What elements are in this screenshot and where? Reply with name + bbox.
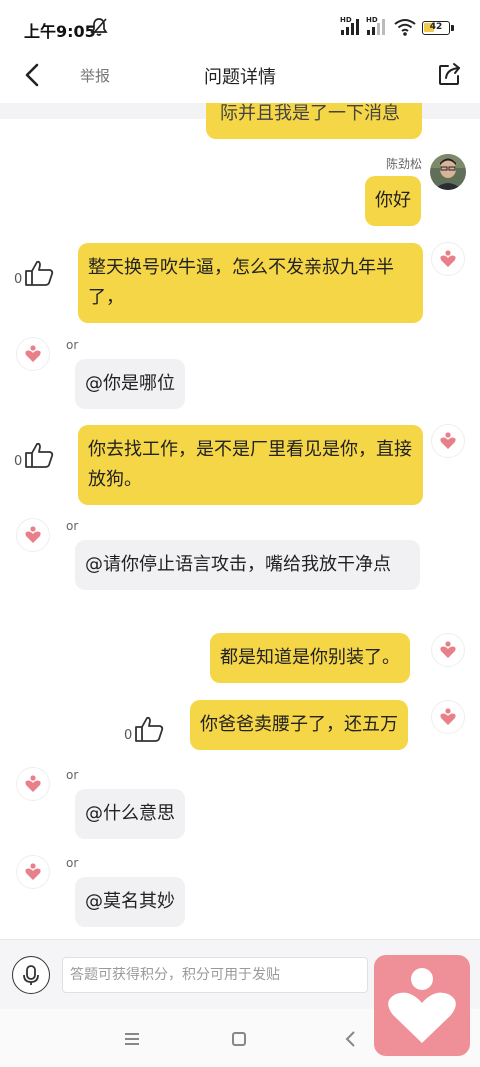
heart-icon — [440, 708, 456, 725]
bell-off-icon — [90, 18, 108, 36]
heart-icon — [25, 775, 41, 792]
heart-icon — [25, 863, 41, 880]
signal-strength-1: HD — [340, 16, 362, 40]
battery-cap — [451, 25, 454, 31]
heart-avatar[interactable] — [16, 337, 50, 371]
heart-avatar[interactable] — [431, 424, 465, 458]
menu-icon[interactable] — [124, 1032, 140, 1046]
like-count: 0 — [124, 728, 133, 743]
message-bubble: 你去找工作，是不是厂里看见是你，直接放狗。 — [78, 425, 423, 505]
app-header: 举报 问题详情 — [0, 52, 480, 98]
signal-strength-2: HD — [366, 16, 388, 40]
page-title: 问题详情 — [204, 67, 276, 88]
like-count: 0 — [14, 454, 23, 469]
battery-level: 42 — [429, 22, 443, 32]
heart-icon — [25, 345, 41, 362]
user-avatar[interactable] — [430, 154, 466, 190]
heart-floating-button[interactable] — [374, 955, 470, 1056]
heart-avatar[interactable] — [16, 767, 50, 801]
heart-avatar[interactable] — [431, 700, 465, 734]
message-bubble: 你爸爸卖腰子了，还五万 — [190, 700, 408, 750]
sender-name: or — [66, 768, 79, 782]
thumb-up-icon — [25, 260, 54, 286]
message-bubble: 都是知道是你别装了。 — [210, 633, 410, 683]
sender-name: 陈劲松 — [386, 157, 423, 171]
thumb-up-icon — [25, 442, 54, 468]
message-bubble: @什么意思 — [75, 789, 185, 839]
thumb-up-icon — [135, 716, 164, 742]
home-icon[interactable] — [232, 1032, 246, 1046]
battery-indicator: 42 — [422, 21, 450, 35]
like-button[interactable]: 0 — [14, 259, 54, 287]
heart-avatar[interactable] — [431, 242, 465, 276]
mic-icon — [23, 965, 39, 985]
sender-name: or — [66, 856, 79, 870]
mic-button[interactable] — [12, 956, 50, 994]
status-time: 上午9:05 — [24, 22, 96, 41]
heart-icon — [25, 526, 41, 543]
sender-name: or — [66, 519, 79, 533]
heart-avatar[interactable] — [431, 633, 465, 667]
heart-avatar[interactable] — [16, 518, 50, 552]
heart-icon — [440, 641, 456, 658]
sender-name: or — [66, 338, 79, 352]
heart-icon — [388, 968, 456, 1043]
heart-icon — [440, 250, 456, 267]
message-bubble: @你是哪位 — [75, 359, 185, 409]
like-button[interactable]: 0 — [124, 715, 164, 743]
message-bubble: 你好 — [365, 176, 421, 226]
heart-avatar[interactable] — [16, 855, 50, 889]
message-bubble: @请你停止语言攻击，嘴给我放干净点 — [75, 540, 420, 590]
nav-back-icon[interactable] — [344, 1030, 356, 1048]
share-icon[interactable] — [437, 61, 463, 87]
message-bubble: @莫名其妙 — [75, 877, 185, 927]
wifi-icon — [394, 19, 416, 36]
status-bar: 上午9:05 HD HD 42 — [0, 0, 480, 52]
like-count: 0 — [14, 272, 23, 287]
message-bubble: 际并且我是了一下消息 — [206, 103, 422, 139]
like-button[interactable]: 0 — [14, 441, 54, 469]
chat-area[interactable]: 际并且我是了一下消息 陈劲松 你好 0 整天换号吹牛逼，怎么不发亲叔九年半了， … — [0, 103, 480, 939]
heart-icon — [440, 432, 456, 449]
answer-input[interactable] — [62, 957, 368, 993]
message-bubble: 整天换号吹牛逼，怎么不发亲叔九年半了， — [78, 243, 423, 323]
